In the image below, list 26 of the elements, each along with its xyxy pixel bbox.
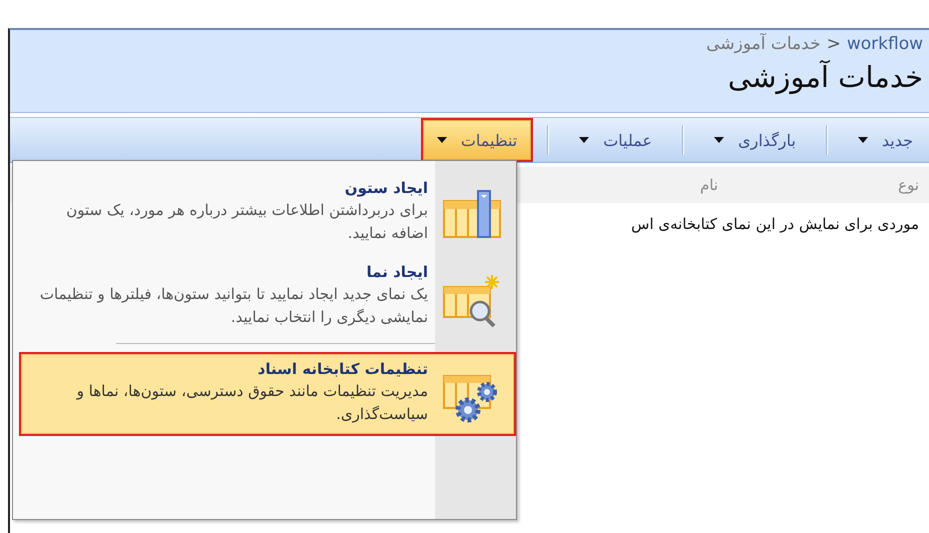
- toolbar-menu-button[interactable]: عملیات: [563, 120, 668, 160]
- page-title: خدمات آموزشی: [726, 60, 923, 94]
- breadcrumb-link[interactable]: workflow: [846, 34, 923, 54]
- menu-item-title: تنظیمات کتابخانه اسناد: [256, 360, 428, 378]
- column-header[interactable]: نام: [700, 176, 718, 194]
- menu-item[interactable]: ایجاد ستون برای دربرداشتن اطلاعات بیشتر درباره هر مورد، یک ستون اضافه نمایید.: [19, 171, 516, 255]
- column-header[interactable]: نوع: [898, 176, 919, 194]
- breadcrumb-current: خدمات آموزشی: [706, 34, 821, 54]
- menu-item-title: ایجاد ستون: [344, 179, 428, 197]
- toolbar-menu-button[interactable]: تنظیمات: [420, 118, 534, 162]
- toolbar-menu-button[interactable]: جدید: [842, 120, 929, 160]
- menu-item[interactable]: تنظیمات کتابخانه اسناد مدیریت تنظیمات مانند حقوق دسترسی، ستون‌ها، نماها و سیاست‌گذاری.: [19, 352, 516, 436]
- caret-icon: [858, 137, 868, 143]
- menu-item-description: یک نمای جدید ایجاد نمایید تا بتوانید ستون‌ها، فیلترها و تنظیمات نمایشی دیگری را انتخاب نمایید.: [38, 284, 428, 328]
- caret-icon: [436, 137, 447, 143]
- menu-item-description: برای دربرداشتن اطلاعات بیشتر درباره هر مورد، یک ستون اضافه نمایید.: [65, 200, 428, 244]
- menu-item-title: ایجاد نما: [366, 263, 428, 281]
- menu-item-description: مدیریت تنظیمات مانند حقوق دسترسی، ستون‌ها، نماها و سیاست‌گذاری.: [75, 381, 428, 425]
- caret-icon: [579, 137, 590, 143]
- menu-item[interactable]: ایجاد نما یک نمای جدید ایجاد نمایید تا بتوانید ستون‌ها، فیلترها و تنظیمات نمایشی دیگری را انتخاب نمایید.: [19, 255, 516, 339]
- caret-icon: [714, 137, 724, 143]
- table-column-icon: [442, 189, 502, 239]
- breadcrumb-separator: >: [826, 34, 841, 54]
- toolbar-menu-button[interactable]: بارگذاری: [698, 120, 812, 160]
- empty-message: موردی برای نمایش در این نمای کتابخانه‌ی اس: [631, 215, 919, 233]
- table-magnifier-icon: [442, 273, 502, 329]
